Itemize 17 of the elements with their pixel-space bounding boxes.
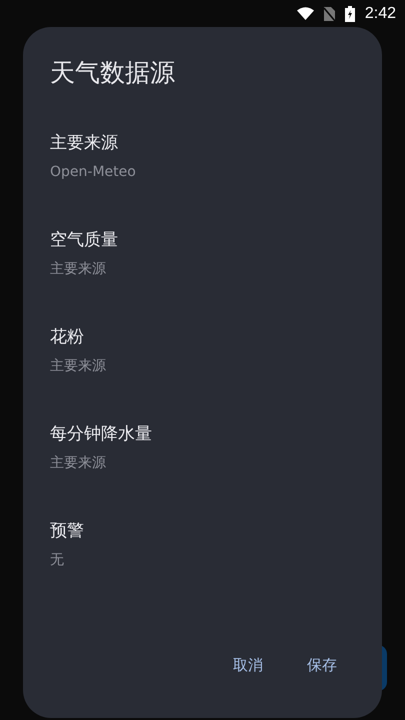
clock-time: 2:42 — [364, 4, 396, 22]
setting-value: 主要来源 — [50, 357, 106, 376]
setting-value: Open-Meteo — [50, 163, 136, 182]
setting-value: 主要来源 — [50, 260, 106, 279]
setting-label[interactable]: 每分钟降水量 — [50, 423, 152, 446]
wifi-icon — [296, 7, 314, 20]
setting-value: 无 — [50, 551, 64, 570]
dialog-button[interactable]: 保存 — [295, 648, 349, 683]
setting-label[interactable]: 主要来源 — [50, 132, 118, 155]
dialog-button[interactable]: 取消 — [221, 648, 275, 683]
dialog-title: 天气数据源 — [50, 57, 176, 89]
setting-label[interactable]: 花粉 — [50, 326, 84, 349]
no-sim-icon — [324, 6, 335, 20]
setting-label[interactable]: 空气质量 — [50, 229, 118, 252]
setting-value: 主要来源 — [50, 454, 106, 473]
charging-battery-icon — [344, 6, 355, 22]
setting-label[interactable]: 预警 — [50, 520, 84, 543]
